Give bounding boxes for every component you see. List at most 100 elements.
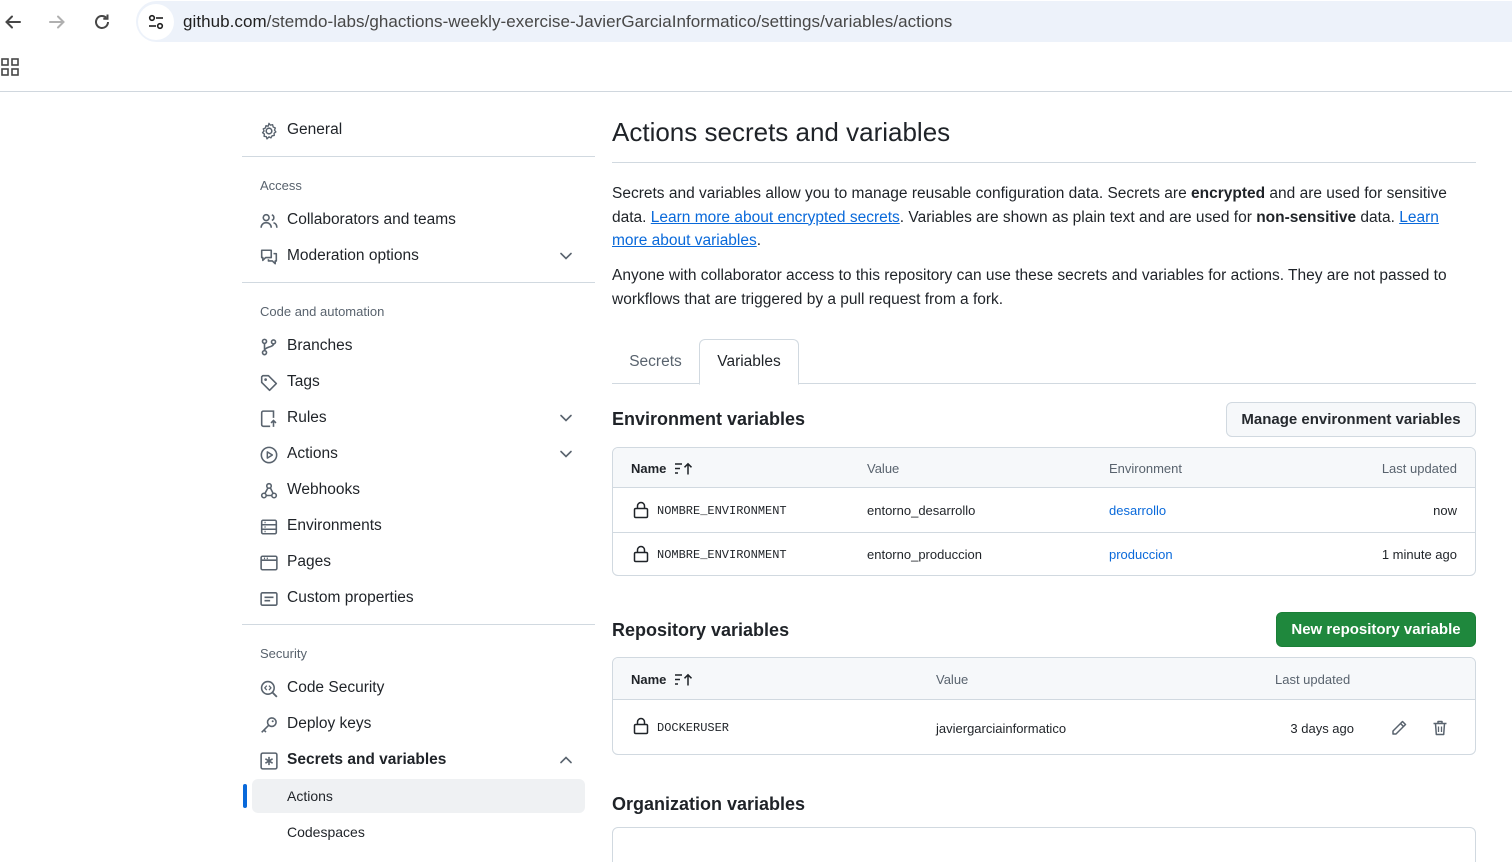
- sidebar-item-environments[interactable]: Environments: [242, 509, 585, 543]
- pencil-icon: [1392, 720, 1407, 735]
- sidebar-item-pages[interactable]: Pages: [242, 545, 585, 579]
- intro-paragraph: Secrets and variables allow you to manag…: [612, 182, 1476, 253]
- address-bar[interactable]: github.com/stemdo-labs/ghactions-weekly-…: [136, 1, 1512, 42]
- browser-icon: [260, 555, 278, 571]
- delete-variable-button[interactable]: [1430, 718, 1450, 738]
- sidebar-item-custom-properties[interactable]: Custom properties: [242, 581, 585, 615]
- play-circle-icon: [260, 446, 278, 464]
- sidebar-item-actions[interactable]: Actions: [242, 437, 585, 471]
- last-updated: now: [1433, 503, 1457, 518]
- table-row: DOCKERUSER javiergarciainformatico 3 day…: [613, 701, 1475, 754]
- collaborator-note: Anyone with collaborator access to this …: [612, 267, 1447, 308]
- sidebar-subitem-codespaces[interactable]: Codespaces: [252, 815, 585, 849]
- column-label: Name: [631, 672, 667, 687]
- apps-grid-icon: [1, 58, 19, 76]
- organization-variables-box: [612, 827, 1476, 862]
- edit-variable-button[interactable]: [1389, 718, 1409, 738]
- sidebar-item-label: Deploy keys: [287, 715, 372, 732]
- sidebar-heading-code: Code and automation: [260, 304, 385, 319]
- arrow-right-icon: [49, 15, 65, 29]
- tab-bar: Secrets Variables: [612, 339, 1476, 385]
- column-header-name[interactable]: Name: [631, 672, 694, 687]
- environment-link[interactable]: produccion: [1109, 547, 1173, 562]
- sidebar-item-label: Pages: [287, 553, 331, 570]
- column-header-environment: Environment: [1109, 461, 1182, 476]
- environment-link[interactable]: desarrollo: [1109, 503, 1166, 518]
- intro-emphasis: encrypted: [1191, 185, 1266, 202]
- sidebar-subitem-actions[interactable]: Actions: [252, 779, 585, 813]
- sidebar-divider: [242, 624, 595, 625]
- learn-more-secrets-link[interactable]: Learn more about encrypted secrets: [651, 209, 900, 226]
- sidebar-heading-security: Security: [260, 646, 307, 661]
- chevron-up-icon: [560, 756, 572, 764]
- manage-environment-variables-button[interactable]: Manage environment variables: [1226, 402, 1476, 437]
- sidebar-item-label: Code Security: [287, 679, 385, 696]
- repository-variables-table: Name Value Last updated DOCKERUSER javie…: [612, 657, 1476, 755]
- key-icon: [261, 717, 277, 733]
- comment-discussion-icon: [260, 249, 278, 265]
- intro-text: . Variables are shown as plain text and …: [899, 208, 1257, 226]
- sidebar-heading-access: Access: [260, 178, 302, 193]
- reload-button[interactable]: [90, 10, 114, 34]
- url-text: github.com/stemdo-labs/ghactions-weekly-…: [183, 12, 952, 32]
- sidebar-item-label: Rules: [287, 409, 327, 426]
- lock-icon: [633, 717, 649, 735]
- intro-text: .: [756, 232, 762, 249]
- sidebar-item-webhooks[interactable]: Webhooks: [242, 473, 585, 507]
- sidebar-item-collaborators[interactable]: Collaborators and teams: [242, 203, 585, 237]
- last-updated: 3 days ago: [1290, 721, 1354, 736]
- sidebar-divider: [242, 282, 595, 283]
- table-row: NOMBRE_ENVIRONMENT entorno_produccion pr…: [613, 533, 1475, 575]
- variable-value: entorno_desarrollo: [867, 503, 976, 518]
- environment-variables-table: Name Value Environment Last updated NOMB…: [612, 447, 1476, 576]
- browser-toolbar: github.com/stemdo-labs/ghactions-weekly-…: [0, 0, 1512, 44]
- intro-text: Secrets and variables allow you to manag…: [612, 185, 1192, 202]
- back-button[interactable]: [1, 10, 25, 34]
- sidebar-item-rules[interactable]: Rules: [242, 401, 585, 435]
- intro-text: data.: [1356, 208, 1400, 226]
- sidebar-item-tags[interactable]: Tags: [242, 365, 585, 399]
- sort-asc-icon: [675, 462, 693, 474]
- tab-variables[interactable]: Variables: [699, 339, 799, 385]
- table-header: Name Value Environment Last updated: [613, 448, 1475, 488]
- variable-value: javiergarciainformatico: [936, 721, 1067, 736]
- sidebar-item-moderation[interactable]: Moderation options: [242, 239, 585, 273]
- column-header-value: Value: [867, 461, 900, 476]
- sidebar-item-label: Tags: [287, 373, 320, 390]
- sidebar-item-code-security[interactable]: Code Security: [242, 671, 585, 705]
- sidebar-divider: [242, 156, 595, 157]
- repository-variables-heading: Repository variables: [612, 620, 790, 640]
- title-divider: [612, 162, 1476, 163]
- tab-secrets[interactable]: Secrets: [612, 339, 699, 384]
- reload-icon: [95, 14, 109, 29]
- lock-icon: [633, 545, 649, 563]
- lock-icon: [633, 501, 649, 519]
- column-header-name[interactable]: Name: [631, 461, 694, 476]
- bookmarks-bar: [0, 44, 1512, 92]
- tag-icon: [260, 374, 278, 392]
- site-info-button[interactable]: [138, 3, 174, 40]
- intro-emphasis: non-sensitive: [1256, 208, 1357, 226]
- webhook-icon: [260, 482, 278, 499]
- sidebar-subitem-label: Actions: [287, 788, 333, 804]
- sidebar-item-label: Branches: [287, 337, 353, 354]
- new-repository-variable-button[interactable]: New repository variable: [1276, 612, 1476, 647]
- sort-asc-icon: [675, 673, 693, 685]
- server-icon: [260, 519, 278, 535]
- git-branch-icon: [261, 338, 277, 356]
- forward-button[interactable]: [45, 10, 69, 34]
- variable-name: NOMBRE_ENVIRONMENT: [657, 504, 787, 518]
- sidebar-item-branches[interactable]: Branches: [242, 329, 585, 363]
- chevron-down-icon: [560, 450, 572, 458]
- chevron-down-icon: [560, 414, 572, 422]
- sidebar-item-label: Actions: [287, 445, 338, 462]
- sidebar-item-general[interactable]: General: [242, 113, 585, 147]
- environment-variables-heading: Environment variables: [612, 409, 806, 429]
- codescan-icon: [260, 680, 278, 698]
- sidebar-item-label: Collaborators and teams: [287, 211, 456, 228]
- organization-variables-heading: Organization variables: [612, 794, 806, 814]
- sidebar-item-label: Moderation options: [287, 247, 419, 264]
- sidebar-item-secrets-and-variables[interactable]: Secrets and variables: [242, 743, 585, 777]
- apps-button[interactable]: [1, 58, 19, 79]
- sidebar-item-deploy-keys[interactable]: Deploy keys: [242, 707, 585, 741]
